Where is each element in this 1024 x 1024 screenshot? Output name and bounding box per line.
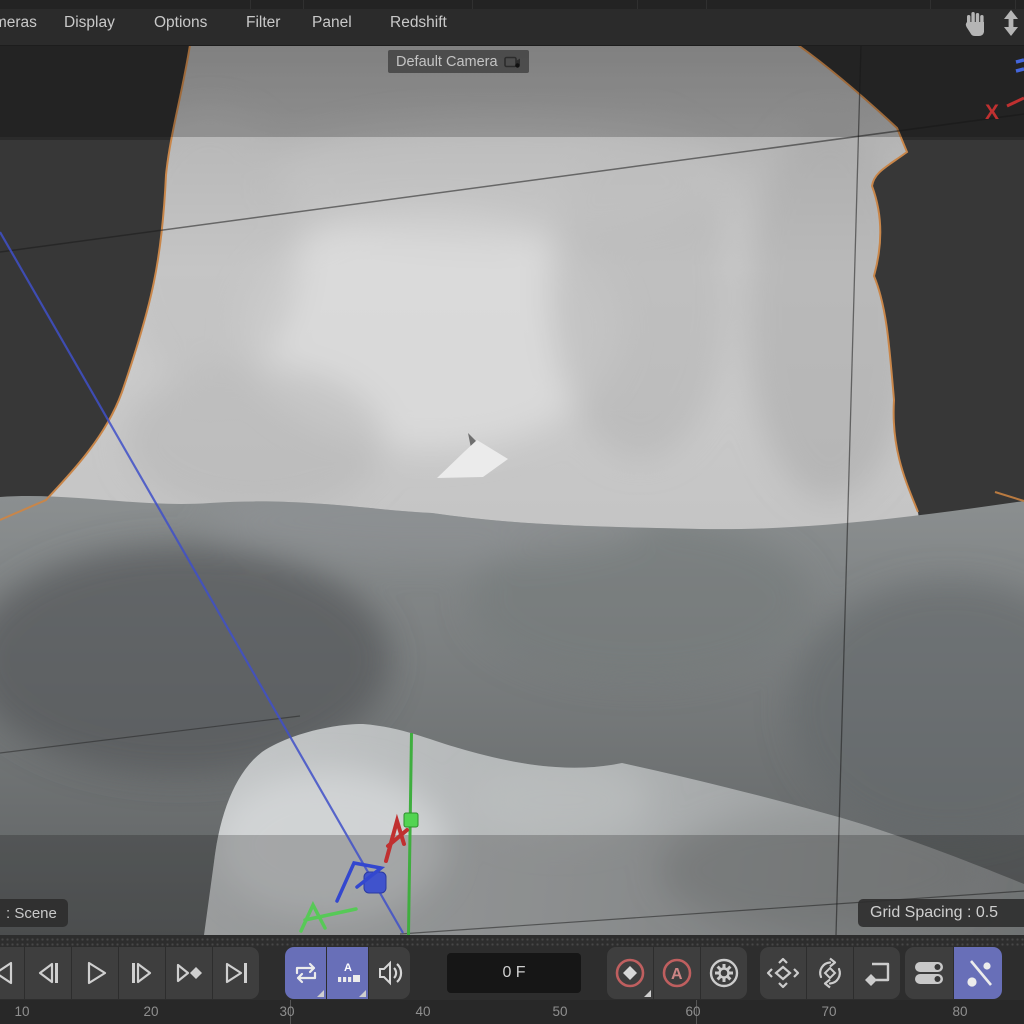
pla-key-button[interactable] bbox=[954, 947, 1002, 999]
next-frame-button[interactable] bbox=[119, 947, 165, 999]
autokey-button[interactable]: A bbox=[654, 947, 700, 999]
goto-end-icon bbox=[222, 960, 250, 986]
play-mode-button[interactable]: A bbox=[327, 947, 368, 999]
autokey-icon: A bbox=[660, 956, 694, 990]
menu-options[interactable]: Options bbox=[154, 14, 207, 32]
camera-icon bbox=[504, 55, 521, 68]
sound-button[interactable] bbox=[369, 947, 410, 999]
scene-name-label: : Scene bbox=[0, 899, 68, 927]
menu-filter[interactable]: Filter bbox=[246, 14, 280, 32]
z-axis-handle[interactable] bbox=[364, 872, 386, 893]
ruler-label: 80 bbox=[952, 1004, 967, 1019]
sound-icon bbox=[375, 959, 405, 987]
timeline-ruler[interactable]: 10 20 30 40 50 60 70 80 bbox=[0, 1000, 1024, 1024]
playback-options-group: A bbox=[285, 947, 410, 999]
ruler-label: 30 bbox=[279, 1004, 294, 1019]
ruler-label: 60 bbox=[685, 1004, 700, 1019]
loop-button[interactable] bbox=[285, 947, 326, 999]
grid-spacing-label: Grid Spacing : 0.5 bbox=[858, 899, 1024, 927]
toggles-group bbox=[905, 947, 1002, 999]
transport-group bbox=[0, 947, 259, 999]
panel-tab-strip bbox=[0, 0, 1024, 9]
previous-key-icon bbox=[34, 960, 62, 986]
move-vertical-icon[interactable] bbox=[1000, 8, 1022, 38]
ruler-label: 40 bbox=[415, 1004, 430, 1019]
goto-start-button[interactable] bbox=[0, 947, 24, 999]
play-to-next-key-icon bbox=[174, 960, 204, 986]
play-button[interactable] bbox=[72, 947, 118, 999]
record-keyframe-button[interactable] bbox=[607, 947, 653, 999]
parameter-key-icon bbox=[859, 956, 895, 990]
play-to-next-key-button[interactable] bbox=[166, 947, 212, 999]
menu-redshift[interactable]: Redshift bbox=[390, 14, 447, 32]
y-axis-handle[interactable] bbox=[404, 813, 418, 827]
ruler-label: 20 bbox=[143, 1004, 158, 1019]
ruler-label: 10 bbox=[14, 1004, 29, 1019]
position-key-button[interactable] bbox=[760, 947, 806, 999]
rotation-key-icon bbox=[812, 956, 848, 990]
previous-key-button[interactable] bbox=[25, 947, 71, 999]
keying-settings-button[interactable] bbox=[701, 947, 747, 999]
goto-end-button[interactable] bbox=[213, 947, 259, 999]
rotation-key-button[interactable] bbox=[807, 947, 853, 999]
svg-text:A: A bbox=[344, 962, 352, 974]
x-axis-indicator-label: X bbox=[985, 101, 999, 124]
pan-hand-icon[interactable] bbox=[962, 8, 990, 38]
record-keyframe-icon bbox=[613, 956, 647, 990]
ruler-label: 50 bbox=[552, 1004, 567, 1019]
next-frame-icon bbox=[128, 960, 156, 986]
viewport-canvas[interactable]: X bbox=[0, 0, 1024, 1024]
camera-name: Default Camera bbox=[396, 54, 498, 70]
toolbar-drag-handle[interactable] bbox=[0, 937, 1024, 947]
pla-key-icon bbox=[961, 957, 995, 989]
loop-icon bbox=[291, 960, 321, 986]
menu-display[interactable]: Display bbox=[64, 14, 115, 32]
menu-cameras[interactable]: Cameras bbox=[0, 14, 37, 32]
c4d-window: { "menu": { "items": [ {"label": "Camera… bbox=[0, 0, 1024, 1024]
keying-group: A bbox=[607, 947, 747, 999]
ruler-label: 70 bbox=[821, 1004, 836, 1019]
current-frame-field[interactable]: 0 F bbox=[447, 953, 581, 993]
toggles-icon bbox=[912, 958, 946, 988]
menu-panel[interactable]: Panel bbox=[312, 14, 352, 32]
active-camera-label[interactable]: Default Camera bbox=[388, 50, 529, 73]
toggles-button[interactable] bbox=[905, 947, 953, 999]
current-frame-value: 0 F bbox=[502, 964, 525, 982]
viewport-menubar: Cameras Display Options Filter Panel Red… bbox=[0, 0, 1024, 46]
position-key-icon bbox=[765, 956, 801, 990]
key-filter-group bbox=[760, 947, 900, 999]
play-icon bbox=[81, 960, 109, 986]
keying-settings-icon bbox=[707, 956, 741, 990]
play-mode-icon: A bbox=[333, 960, 363, 986]
goto-start-icon bbox=[0, 960, 15, 986]
parameter-key-button[interactable] bbox=[854, 947, 900, 999]
svg-text:A: A bbox=[671, 966, 683, 983]
